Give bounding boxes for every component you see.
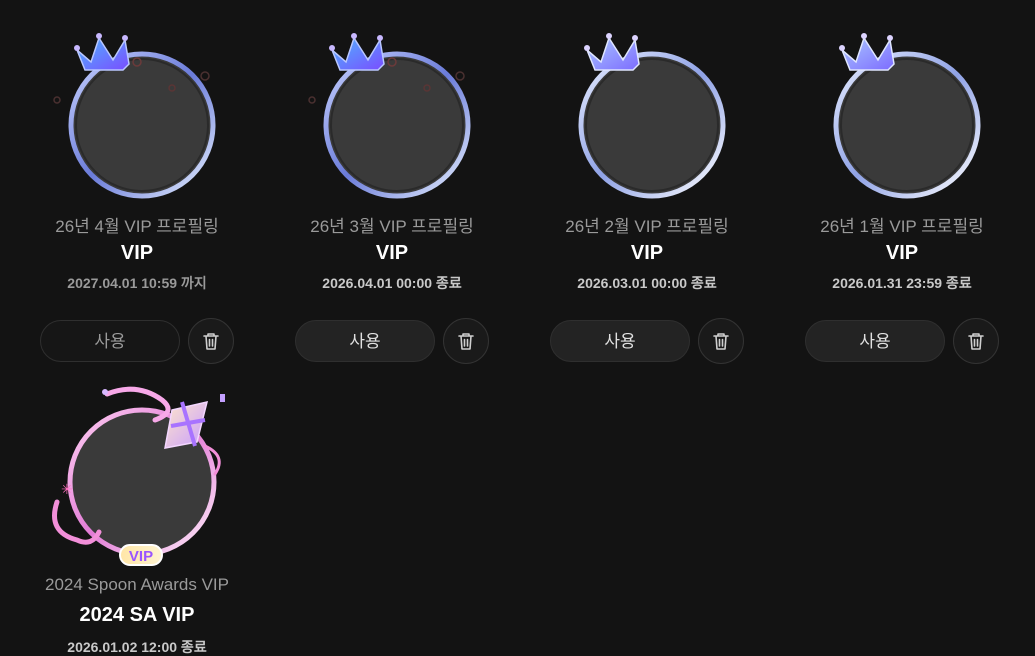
ring-title: 2024 SA VIP — [79, 604, 195, 626]
ring-title: VIP — [375, 242, 409, 264]
ring-subtitle: 2024 Spoon Awards VIP — [45, 575, 229, 594]
ring-subtitle: 26년 1월 VIP 프로필링 — [820, 217, 984, 236]
ring-title: VIP — [630, 242, 664, 264]
profile-ring-grid: 26년 4월 VIP 프로필링 VIP 2027.04.01 10:59 까지 … — [0, 0, 1035, 656]
profile-ring-card: 26년 1월 VIP 프로필링 VIP 2026.01.31 23:59 종료 … — [797, 0, 1007, 364]
delete-button[interactable] — [698, 318, 744, 364]
ring-period: 2026.01.02 12:00 종료 — [67, 639, 207, 655]
ring-period: 2026.04.01 00:00 종료 — [322, 275, 462, 291]
trash-icon — [968, 333, 984, 350]
ring-period: 2026.03.01 00:00 종료 — [577, 275, 717, 291]
profile-ring-card: 26년 3월 VIP 프로필링 VIP 2026.04.01 00:00 종료 … — [287, 0, 497, 364]
use-button[interactable]: 사용 — [295, 320, 435, 362]
profile-ring-card: ✳ VIP 2024 Spoon Awards VIP 2024 SA VIP … — [32, 380, 242, 655]
ring-period: 2027.04.01 10:59 까지 — [67, 275, 207, 291]
svg-text:✳: ✳ — [61, 482, 73, 498]
delete-button[interactable] — [188, 318, 234, 364]
profile-ring-card: 26년 4월 VIP 프로필링 VIP 2027.04.01 10:59 까지 … — [32, 0, 242, 364]
crown-vip-frame[interactable] — [292, 18, 492, 218]
ring-subtitle: 26년 3월 VIP 프로필링 — [310, 217, 474, 236]
trash-icon — [713, 333, 729, 350]
trash-icon — [203, 333, 219, 350]
vip-badge: VIP — [119, 544, 163, 566]
profile-ring-card: 26년 2월 VIP 프로필링 VIP 2026.03.01 00:00 종료 … — [542, 0, 752, 364]
crown-vip-frame[interactable] — [547, 18, 747, 218]
trash-icon — [458, 333, 474, 350]
delete-button[interactable] — [443, 318, 489, 364]
ring-title: VIP — [885, 242, 919, 264]
use-button[interactable]: 사용 — [40, 320, 180, 362]
ring-title: VIP — [120, 242, 154, 264]
ring-subtitle: 26년 2월 VIP 프로필링 — [565, 217, 729, 236]
spoon-awards-gift-frame[interactable]: ✳ VIP — [37, 382, 237, 582]
ring-period: 2026.01.31 23:59 종료 — [832, 275, 972, 291]
use-button[interactable]: 사용 — [550, 320, 690, 362]
crown-vip-frame[interactable] — [37, 18, 237, 218]
use-button[interactable]: 사용 — [805, 320, 945, 362]
crown-vip-frame[interactable] — [802, 18, 1002, 218]
ring-subtitle: 26년 4월 VIP 프로필링 — [55, 217, 219, 236]
delete-button[interactable] — [953, 318, 999, 364]
